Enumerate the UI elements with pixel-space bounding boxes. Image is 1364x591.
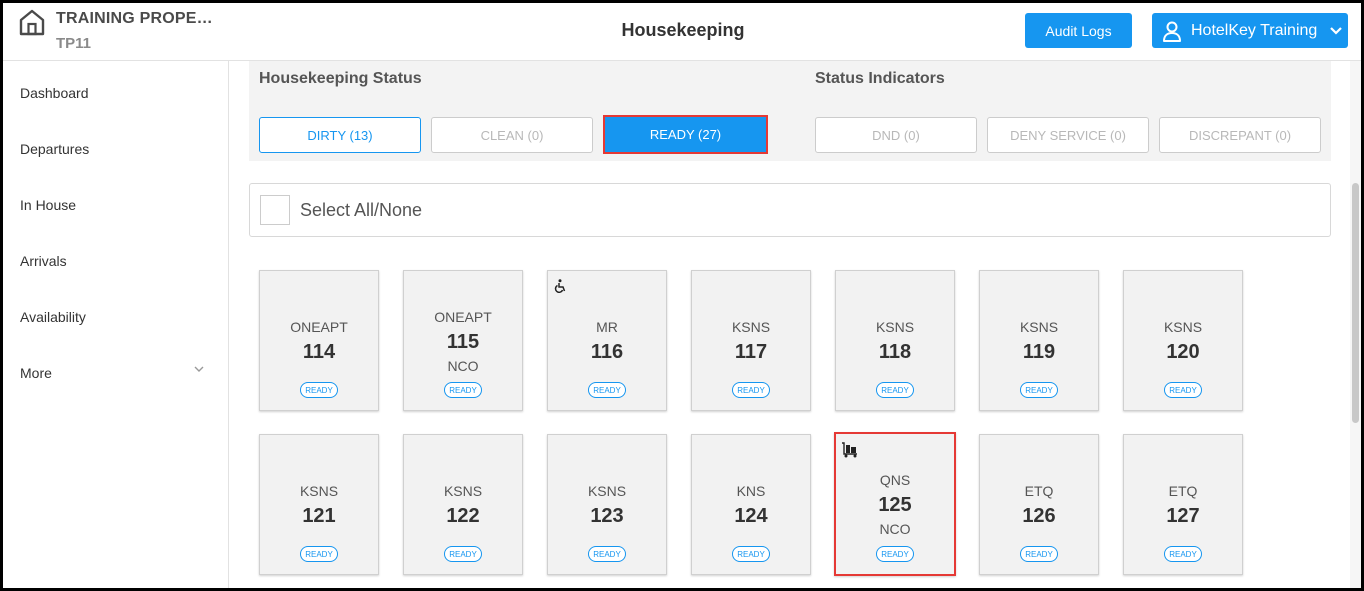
- room-type: KNS: [736, 483, 766, 499]
- luggage-cart-icon: [841, 442, 859, 463]
- room-card[interactable]: KSNS 121 READY: [259, 434, 379, 575]
- room-card[interactable]: KNS 124 READY: [691, 434, 811, 575]
- select-all-checkbox[interactable]: [260, 195, 290, 225]
- sidebar-item-arrivals[interactable]: Arrivals: [20, 253, 67, 269]
- room-number: 116: [590, 341, 624, 363]
- room-card[interactable]: KSNS 120 READY: [1123, 270, 1243, 411]
- room-number: 124: [734, 505, 768, 527]
- room-number: 122: [446, 505, 480, 527]
- room-type: ETQ: [1168, 483, 1198, 499]
- room-status-badge: READY: [876, 382, 914, 398]
- sidebar-item-more[interactable]: More: [20, 365, 52, 381]
- dnd-filter-button[interactable]: DND (0): [815, 117, 977, 153]
- select-all-label[interactable]: Select All/None: [300, 200, 422, 221]
- clean-filter-button[interactable]: CLEAN (0): [431, 117, 593, 153]
- room-number: 117: [734, 341, 768, 363]
- room-card[interactable]: KSNS 119 READY: [979, 270, 1099, 411]
- room-type: ETQ: [1024, 483, 1054, 499]
- room-number: 127: [1166, 505, 1200, 527]
- room-number: 125: [878, 494, 912, 516]
- user-menu-button[interactable]: HotelKey Training: [1152, 13, 1348, 48]
- room-number: 114: [302, 341, 336, 363]
- room-status-badge: READY: [1164, 382, 1202, 398]
- top-header: TRAINING PROPE… TP11 Housekeeping Audit …: [3, 3, 1361, 61]
- deny-service-filter-button[interactable]: DENY SERVICE (0): [987, 117, 1149, 153]
- room-card[interactable]: MR 116 READY: [547, 270, 667, 411]
- room-number: 119: [1022, 341, 1056, 363]
- room-type: KSNS: [299, 483, 339, 499]
- room-number: 115: [446, 331, 480, 353]
- room-number: 120: [1166, 341, 1200, 363]
- room-card[interactable]: ETQ 127 READY: [1123, 434, 1243, 575]
- room-card[interactable]: KSNS 118 READY: [835, 270, 955, 411]
- wheelchair-icon: [553, 279, 567, 298]
- select-all-bar: Select All/None: [249, 183, 1331, 237]
- room-status-badge: READY: [444, 546, 482, 562]
- room-type: KSNS: [587, 483, 627, 499]
- status-indicators-title: Status Indicators: [815, 70, 945, 87]
- room-card[interactable]: QNS 125 NCO READY: [834, 432, 956, 576]
- room-status-badge: READY: [732, 382, 770, 398]
- room-number: 118: [878, 341, 912, 363]
- housekeeping-status-title: Housekeeping Status: [259, 70, 422, 87]
- room-type: QNS: [879, 472, 911, 488]
- room-type: ONEAPT: [290, 319, 348, 335]
- room-status-badge: READY: [1020, 546, 1058, 562]
- room-code: NCO: [447, 358, 479, 374]
- room-status-badge: READY: [588, 382, 626, 398]
- dirty-filter-button[interactable]: DIRTY (13): [259, 117, 421, 153]
- room-code: NCO: [879, 521, 911, 537]
- main-content: Housekeeping Status Status Indicators DI…: [230, 61, 1350, 588]
- room-status-badge: READY: [876, 546, 914, 562]
- user-icon: [1163, 21, 1181, 42]
- chevron-down-icon[interactable]: [193, 365, 205, 373]
- sidebar-item-availability[interactable]: Availability: [20, 309, 86, 325]
- room-type: KSNS: [1019, 319, 1059, 335]
- room-status-badge: READY: [1164, 546, 1202, 562]
- room-card[interactable]: KSNS 122 READY: [403, 434, 523, 575]
- room-type: KSNS: [875, 319, 915, 335]
- room-status-badge: READY: [300, 382, 338, 398]
- room-type: KSNS: [443, 483, 483, 499]
- room-number: 126: [1022, 505, 1056, 527]
- chevron-down-icon: [1330, 26, 1343, 35]
- discrepant-filter-button[interactable]: DISCREPANT (0): [1159, 117, 1321, 153]
- room-card[interactable]: KSNS 123 READY: [547, 434, 667, 575]
- room-type: MR: [596, 319, 618, 335]
- room-number: 123: [590, 505, 624, 527]
- scrollbar[interactable]: [1350, 61, 1361, 588]
- page-title: Housekeeping: [621, 20, 745, 40]
- status-panel: Housekeeping Status Status Indicators DI…: [249, 61, 1331, 161]
- home-icon[interactable]: [18, 7, 46, 37]
- room-number: 121: [302, 505, 336, 527]
- sidebar-item-dashboard[interactable]: Dashboard: [20, 85, 89, 101]
- room-status-badge: READY: [300, 546, 338, 562]
- sidebar: Dashboard Departures In House Arrivals A…: [3, 61, 229, 588]
- user-name: HotelKey Training: [1191, 21, 1318, 39]
- room-type: KSNS: [1163, 319, 1203, 335]
- room-type: ONEAPT: [434, 309, 492, 325]
- room-status-badge: READY: [444, 382, 482, 398]
- room-card[interactable]: ONEAPT 114 READY: [259, 270, 379, 411]
- scrollbar-thumb[interactable]: [1352, 183, 1359, 423]
- property-code: TP11: [56, 35, 92, 52]
- room-status-badge: READY: [1020, 382, 1058, 398]
- ready-filter-button[interactable]: READY (27): [603, 115, 768, 154]
- sidebar-item-in-house[interactable]: In House: [20, 197, 76, 213]
- audit-logs-button[interactable]: Audit Logs: [1025, 13, 1132, 48]
- property-name[interactable]: TRAINING PROPE…: [56, 10, 213, 28]
- app-window: TRAINING PROPE… TP11 Housekeeping Audit …: [3, 3, 1361, 588]
- room-card[interactable]: ETQ 126 READY: [979, 434, 1099, 575]
- room-status-badge: READY: [588, 546, 626, 562]
- sidebar-item-departures[interactable]: Departures: [20, 141, 89, 157]
- room-type: KSNS: [731, 319, 771, 335]
- room-card[interactable]: KSNS 117 READY: [691, 270, 811, 411]
- room-card[interactable]: ONEAPT 115 NCO READY: [403, 270, 523, 411]
- room-status-badge: READY: [732, 546, 770, 562]
